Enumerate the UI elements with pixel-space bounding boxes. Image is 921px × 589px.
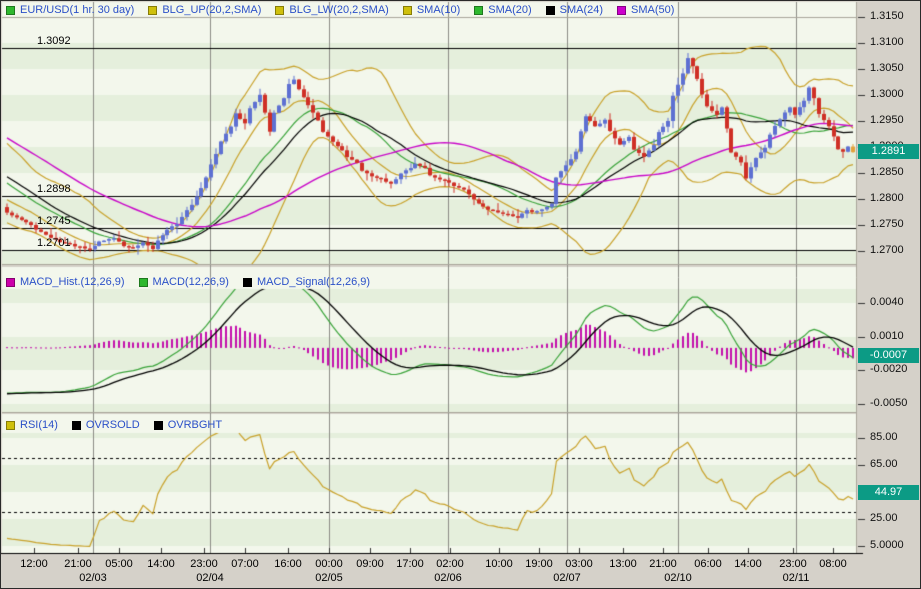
legend-label: SMA(10) <box>416 4 461 16</box>
price-level-label: 1.2898 <box>37 183 71 195</box>
rsi-swatch-icon <box>6 420 15 430</box>
blg-up-swatch-icon <box>148 5 158 15</box>
y-axis-tick-label: 0.0010 <box>870 330 904 342</box>
sma24-swatch-icon <box>545 5 555 15</box>
legend-item-blg-lw[interactable]: BLG_LW(20,2,SMA) <box>275 4 389 16</box>
legend-item-rsi[interactable]: RSI(14) <box>6 419 58 431</box>
date-axis-label: 02/05 <box>315 572 343 584</box>
legend-item-macd-signal[interactable]: MACD_Signal(12,26,9) <box>242 276 371 288</box>
macd-value-tag: -0.0007 <box>858 348 919 363</box>
time-axis-label: 07:00 <box>231 558 259 570</box>
price-panel-legend: EUR/USD(1 hr. 30 day) BLG_UP(20,2,SMA) BLG… <box>6 3 674 17</box>
rsi-value-tag: 44.97 <box>858 485 919 500</box>
legend-label: OVRSOLD <box>85 419 140 431</box>
y-axis-tick-label: 1.2700 <box>870 244 904 256</box>
legend-label: SMA(20) <box>488 4 532 16</box>
time-axis-label: 21:00 <box>64 558 92 570</box>
time-axis-label: 09:00 <box>356 558 384 570</box>
legend-item-eurusd[interactable]: EUR/USD(1 hr. 30 day) <box>6 4 134 16</box>
price-level-label: 1.2745 <box>37 215 71 227</box>
legend-item-macd-line[interactable]: MACD(12,26,9) <box>138 276 229 288</box>
legend-item-sma20[interactable]: SMA(20) <box>474 4 532 16</box>
legend-item-sma10[interactable]: SMA(10) <box>402 4 461 16</box>
date-axis-label: 02/04 <box>196 572 224 584</box>
legend-label: BLG_UP(20,2,SMA) <box>162 4 262 16</box>
last-price-tag: 1.2891 <box>858 144 919 159</box>
legend-label: OVRBGHT <box>167 419 223 431</box>
y-axis-tick-label: 0.0040 <box>870 296 904 308</box>
time-axis-label: 06:00 <box>694 558 722 570</box>
sma50-swatch-icon <box>617 5 627 15</box>
price-level-label: 1.3092 <box>37 35 71 47</box>
legend-item-ovrbght[interactable]: OVRBGHT <box>153 419 223 431</box>
date-axis-label: 02/03 <box>79 572 107 584</box>
time-axis-label: 16:00 <box>274 558 302 570</box>
y-axis-tick-label: -0.0020 <box>870 363 908 375</box>
date-axis-label: 02/06 <box>434 572 462 584</box>
macd-line-swatch-icon <box>138 277 148 287</box>
time-axis-label: 14:00 <box>147 558 175 570</box>
y-axis-tick-label: 1.2750 <box>870 218 904 230</box>
time-axis-label: 10:00 <box>485 558 513 570</box>
legend-label: BLG_LW(20,2,SMA) <box>289 4 389 16</box>
legend-item-sma50[interactable]: SMA(50) <box>617 4 674 16</box>
time-axis-label: 08:00 <box>819 558 847 570</box>
legend-item-macd-hist[interactable]: MACD_Hist.(12,26,9) <box>6 276 125 288</box>
y-axis-tick-label: -0.0050 <box>870 397 908 409</box>
macd-signal-swatch-icon <box>242 277 252 287</box>
ovrsold-swatch-icon <box>71 420 81 430</box>
sma10-swatch-icon <box>402 5 412 15</box>
time-axis-label: 00:00 <box>315 558 343 570</box>
y-axis-tick-label: 5.0000 <box>870 539 904 551</box>
legend-label: MACD_Hist.(12,26,9) <box>20 276 125 288</box>
time-axis-label: 12:00 <box>20 558 48 570</box>
date-axis-label: 02/11 <box>782 572 810 584</box>
time-axis-label: 23:00 <box>779 558 807 570</box>
date-axis-label: 02/07 <box>553 572 581 584</box>
y-axis-tick-label: 1.2950 <box>870 114 904 126</box>
ovrbght-swatch-icon <box>153 420 163 430</box>
legend-label: RSI(14) <box>20 419 58 431</box>
y-axis-tick-label: 25.00 <box>870 512 898 524</box>
legend-item-blg-up[interactable]: BLG_UP(20,2,SMA) <box>148 4 261 16</box>
time-axis-label: 02:00 <box>436 558 464 570</box>
time-axis-label: 03:00 <box>565 558 593 570</box>
legend-label: MACD_Signal(12,26,9) <box>256 276 371 288</box>
legend-item-ovrsold[interactable]: OVRSOLD <box>71 419 140 431</box>
price-level-label: 1.2701 <box>37 237 71 249</box>
time-axis-label: 14:00 <box>734 558 762 570</box>
time-axis-label: 23:00 <box>190 558 218 570</box>
eurusd-swatch-icon <box>6 5 15 15</box>
y-axis-tick-label: 1.3050 <box>870 62 904 74</box>
trading-chart-window: EUR/USD(1 hr. 30 day) BLG_UP(20,2,SMA) BLG… <box>0 0 921 589</box>
legend-label: MACD(12,26,9) <box>152 276 229 288</box>
y-axis-tick-label: 85.00 <box>870 431 898 443</box>
y-axis-tick-label: 1.2800 <box>870 192 904 204</box>
blg-lw-swatch-icon <box>275 5 285 15</box>
y-axis-tick-label: 1.3150 <box>870 10 904 22</box>
sma20-swatch-icon <box>474 5 484 15</box>
legend-label: SMA(24) <box>559 4 604 16</box>
time-axis-label: 05:00 <box>105 558 133 570</box>
time-axis-label: 17:00 <box>396 558 424 570</box>
legend-label: EUR/USD(1 hr. 30 day) <box>20 4 135 16</box>
macd-panel-legend: MACD_Hist.(12,26,9) MACD(12,26,9) MACD_Sig… <box>6 275 370 289</box>
y-axis-tick-label: 1.3100 <box>870 36 904 48</box>
legend-item-sma24[interactable]: SMA(24) <box>545 4 604 16</box>
legend-label: SMA(50) <box>631 4 675 16</box>
date-axis-label: 02/10 <box>664 572 692 584</box>
time-axis-label: 21:00 <box>649 558 677 570</box>
rsi-panel-legend: RSI(14) OVRSOLD OVRBGHT <box>6 418 222 432</box>
y-axis-tick-label: 1.3000 <box>870 88 904 100</box>
macd-hist-swatch-icon <box>6 277 15 287</box>
y-axis-tick-label: 1.2850 <box>870 166 904 178</box>
y-axis-tick-label: 65.00 <box>870 458 898 470</box>
time-axis-label: 13:00 <box>609 558 637 570</box>
time-axis-label: 19:00 <box>525 558 553 570</box>
chart-canvas[interactable] <box>1 1 920 588</box>
